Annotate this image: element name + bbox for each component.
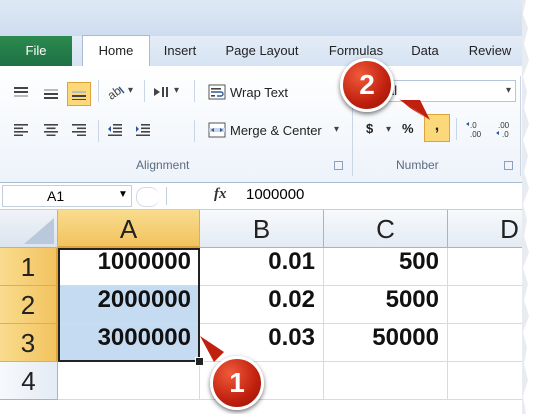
cell-d3[interactable] bbox=[448, 324, 526, 362]
cell-a1[interactable]: 1000000 bbox=[58, 248, 200, 286]
tab-data[interactable]: Data bbox=[400, 36, 450, 66]
excel-window: X ▾ ▾ ▾ File Home Insert Page Layout For… bbox=[0, 0, 526, 414]
column-header-c[interactable]: C bbox=[324, 210, 448, 248]
column-header-a[interactable]: A bbox=[58, 210, 200, 248]
currency-button[interactable]: $ bbox=[366, 118, 373, 140]
cell-c1[interactable]: 500 bbox=[324, 248, 448, 286]
torn-edge bbox=[522, 0, 536, 414]
tab-file[interactable]: File bbox=[0, 36, 72, 66]
wrap-text-button[interactable]: Wrap Text bbox=[230, 82, 288, 104]
chevron-down-icon: ▾ bbox=[505, 85, 511, 96]
orientation-dropdown-icon[interactable]: ▾ bbox=[128, 85, 133, 96]
ribbon-separator bbox=[456, 118, 457, 140]
align-middle-icon[interactable] bbox=[44, 88, 58, 100]
number-dialog-launcher-icon[interactable] bbox=[504, 161, 513, 170]
callout-step-2-badge: 2 bbox=[340, 58, 394, 112]
row-header-2[interactable]: 2 bbox=[0, 286, 58, 324]
quick-access-toolbar bbox=[0, 0, 526, 36]
tab-page-layout[interactable]: Page Layout bbox=[214, 36, 310, 66]
callout-step-1-badge: 1 bbox=[210, 356, 264, 410]
cell-c4[interactable] bbox=[324, 362, 448, 400]
align-bottom-icon bbox=[72, 91, 86, 100]
merge-dropdown-icon[interactable]: ▾ bbox=[334, 124, 339, 135]
alignment-group-label: Alignment bbox=[136, 158, 190, 172]
tab-home[interactable]: Home bbox=[82, 35, 150, 67]
align-bottom-button[interactable] bbox=[67, 82, 91, 106]
ribbon-separator bbox=[98, 120, 99, 142]
formula-bar-resize-icon bbox=[136, 187, 159, 207]
column-header-d[interactable]: D bbox=[448, 210, 526, 248]
tab-review[interactable]: Review bbox=[460, 36, 520, 66]
torn-edge-shape bbox=[522, 0, 529, 414]
decrease-decimal-icon[interactable]: .00.0 bbox=[496, 120, 516, 138]
ribbon-separator bbox=[144, 80, 145, 102]
row-header-1[interactable]: 1 bbox=[0, 248, 58, 286]
cell-a3[interactable]: 3000000 bbox=[58, 324, 200, 362]
cell-b2[interactable]: 0.02 bbox=[200, 286, 324, 324]
alignment-dialog-launcher-icon[interactable] bbox=[334, 161, 343, 170]
align-right-icon[interactable] bbox=[72, 124, 86, 136]
name-box[interactable]: A1 bbox=[2, 185, 132, 207]
increase-indent-icon[interactable] bbox=[136, 124, 150, 136]
align-center-icon[interactable] bbox=[44, 124, 58, 136]
formula-input[interactable]: 1000000 bbox=[246, 186, 304, 203]
group-separator bbox=[520, 76, 521, 176]
align-left-icon[interactable] bbox=[14, 124, 28, 136]
tab-insert[interactable]: Insert bbox=[152, 36, 208, 66]
paragraph-dropdown-icon[interactable]: ▾ bbox=[174, 85, 179, 96]
merge-center-button[interactable]: Merge & Center bbox=[230, 120, 322, 142]
select-all-button[interactable] bbox=[0, 210, 58, 248]
currency-dropdown-icon[interactable]: ▾ bbox=[386, 124, 391, 135]
cell-c2[interactable]: 5000 bbox=[324, 286, 448, 324]
decrease-indent-icon[interactable] bbox=[108, 124, 122, 136]
increase-decimal-icon[interactable]: .0.00 bbox=[466, 120, 486, 138]
svg-text:.0: .0 bbox=[502, 130, 509, 138]
svg-text:.00: .00 bbox=[470, 130, 482, 138]
cell-d1[interactable] bbox=[448, 248, 526, 286]
cell-a2[interactable]: 2000000 bbox=[58, 286, 200, 324]
row-header-3[interactable]: 3 bbox=[0, 324, 58, 362]
insert-function-icon[interactable]: fx bbox=[214, 186, 227, 203]
paragraph-direction-icon[interactable] bbox=[152, 86, 170, 98]
number-group-label: Number bbox=[396, 158, 439, 172]
ribbon-separator bbox=[194, 80, 195, 102]
align-top-icon[interactable] bbox=[14, 86, 28, 98]
orientation-icon[interactable]: ab bbox=[106, 84, 126, 100]
svg-text:.00: .00 bbox=[498, 121, 510, 130]
wrap-text-icon bbox=[208, 84, 226, 100]
cell-b1[interactable]: 0.01 bbox=[200, 248, 324, 286]
name-box-dropdown-icon[interactable]: ▼ bbox=[118, 189, 128, 200]
formula-separator bbox=[166, 187, 167, 205]
ribbon-separator bbox=[98, 80, 99, 102]
ribbon-separator bbox=[194, 120, 195, 142]
callout-two-pointer-icon bbox=[398, 98, 430, 120]
column-header-b[interactable]: B bbox=[200, 210, 324, 248]
svg-text:.0: .0 bbox=[470, 121, 477, 130]
cell-d2[interactable] bbox=[448, 286, 526, 324]
merge-center-icon bbox=[208, 122, 226, 138]
cell-a4[interactable] bbox=[58, 362, 200, 400]
svg-text:ab: ab bbox=[106, 84, 124, 100]
cell-d4[interactable] bbox=[448, 362, 526, 400]
cell-c3[interactable]: 50000 bbox=[324, 324, 448, 362]
row-header-4[interactable]: 4 bbox=[0, 362, 58, 400]
